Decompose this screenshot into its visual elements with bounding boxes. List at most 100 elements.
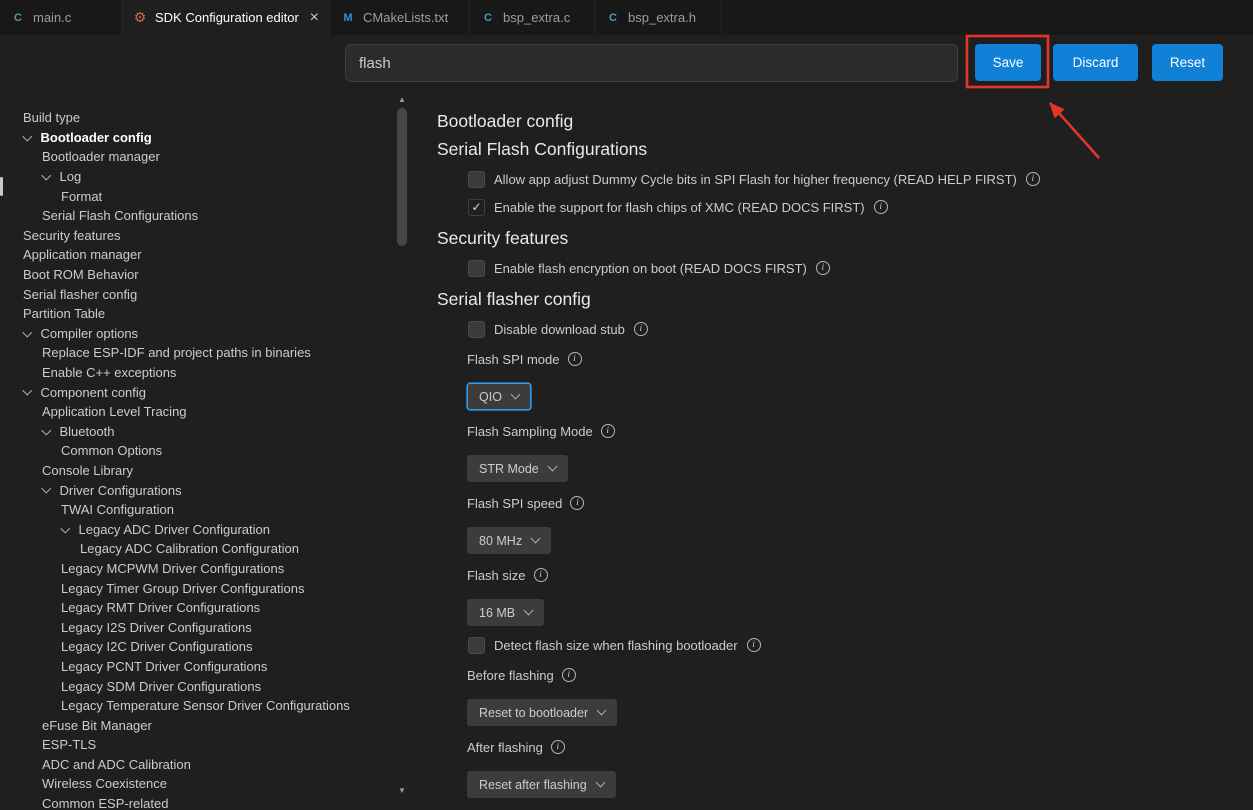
sidebar-item-legacy-rmt-driver-configurations[interactable]: Legacy RMT Driver Configurations <box>0 598 392 618</box>
chevron-down-icon[interactable] <box>61 523 70 532</box>
dropdown-str-mode[interactable]: STR Mode <box>467 455 568 482</box>
sidebar-item-legacy-mcpwm-driver-configurations[interactable]: Legacy MCPWM Driver Configurations <box>0 559 392 579</box>
tree-item-label: Common Options <box>61 443 162 458</box>
info-icon[interactable]: i <box>551 740 565 754</box>
info-icon[interactable]: i <box>874 200 888 214</box>
info-icon[interactable]: i <box>816 261 830 275</box>
field-label-flash-spi-speed: Flash SPI speed <box>467 496 562 511</box>
sidebar-item-bootloader-config[interactable]: Bootloader config <box>0 128 392 148</box>
sidebar-item-wireless-coexistence[interactable]: Wireless Coexistence <box>0 774 392 794</box>
sidebar-item-adc-and-adc-calibration[interactable]: ADC and ADC Calibration <box>0 755 392 775</box>
sidebar-item-legacy-pcnt-driver-configurations[interactable]: Legacy PCNT Driver Configurations <box>0 657 392 677</box>
chevron-down-icon <box>524 606 534 616</box>
checkbox-row: ✓Enable the support for flash chips of X… <box>468 198 1253 216</box>
info-icon[interactable]: i <box>1026 172 1040 186</box>
field-label-flash-size: Flash size <box>467 568 526 583</box>
chevron-down-icon[interactable] <box>42 170 51 179</box>
checkbox-detect-flash-size-when-flashing-bootloader[interactable] <box>468 637 485 654</box>
sidebar-item-security-features[interactable]: Security features <box>0 226 392 246</box>
sidebar-item-partition-table[interactable]: Partition Table <box>0 304 392 324</box>
scroll-up-icon[interactable]: ▲ <box>396 95 408 105</box>
reset-button[interactable]: Reset <box>1152 44 1223 81</box>
sidebar-item-component-config[interactable]: Component config <box>0 382 392 402</box>
dropdown-value: STR Mode <box>479 462 539 476</box>
section-heading-serial-flash-configurations: Serial Flash Configurations <box>437 139 1253 160</box>
tree-item-label: Build type <box>23 110 80 125</box>
sidebar-item-enable-c-exceptions[interactable]: Enable C++ exceptions <box>0 363 392 383</box>
sidebar-item-build-type[interactable]: Build type <box>0 108 392 128</box>
tab-cmakelists-txt[interactable]: MCMakeLists.txt <box>330 0 470 35</box>
sidebar-item-legacy-i2c-driver-configurations[interactable]: Legacy I2C Driver Configurations <box>0 637 392 657</box>
sidebar-item-serial-flash-configurations[interactable]: Serial Flash Configurations <box>0 206 392 226</box>
sidebar-item-twai-configuration[interactable]: TWAI Configuration <box>0 500 392 520</box>
sidebar-item-application-manager[interactable]: Application manager <box>0 245 392 265</box>
sidebar-item-compiler-options[interactable]: Compiler options <box>0 324 392 344</box>
sidebar-item-common-options[interactable]: Common Options <box>0 441 392 461</box>
scrollbar-thumb[interactable] <box>397 108 407 246</box>
sidebar-item-boot-rom-behavior[interactable]: Boot ROM Behavior <box>0 265 392 285</box>
tab-label: main.c <box>33 10 71 25</box>
sidebar-item-format[interactable]: Format <box>0 186 392 206</box>
discard-button[interactable]: Discard <box>1053 44 1138 81</box>
chevron-down-icon[interactable] <box>42 484 51 493</box>
sidebar-item-legacy-sdm-driver-configurations[interactable]: Legacy SDM Driver Configurations <box>0 676 392 696</box>
sidebar-item-legacy-temperature-sensor-driver-configurations[interactable]: Legacy Temperature Sensor Driver Configu… <box>0 696 392 716</box>
tab-bsp-extra-h[interactable]: Cbsp_extra.h <box>595 0 722 35</box>
dropdown-80-mhz[interactable]: 80 MHz <box>467 527 551 554</box>
checkbox-enable-the-support-for-flash-chips-of-xmc-read-docs-first[interactable]: ✓ <box>468 199 485 216</box>
dropdown-reset-after-flashing[interactable]: Reset after flashing <box>467 771 616 798</box>
sidebar-item-replace-esp-idf-and-project-paths-in-binaries[interactable]: Replace ESP-IDF and project paths in bin… <box>0 343 392 363</box>
info-icon[interactable]: i <box>747 638 761 652</box>
sidebar-item-esp-tls[interactable]: ESP-TLS <box>0 735 392 755</box>
tab-bar: Cmain.c⚙︎SDK Configuration editor×MCMake… <box>0 0 1253 35</box>
checkbox-allow-app-adjust-dummy-cycle-bits-in-spi-flash-for-higher-frequency-read-help-first[interactable] <box>468 171 485 188</box>
info-icon[interactable]: i <box>634 322 648 336</box>
sidebar-item-serial-flasher-config[interactable]: Serial flasher config <box>0 284 392 304</box>
chevron-down-icon[interactable] <box>23 386 32 395</box>
left-scroll-indicator <box>0 177 3 196</box>
sidebar-item-log[interactable]: Log <box>0 167 392 187</box>
sidebar-item-bluetooth[interactable]: Bluetooth <box>0 422 392 442</box>
chevron-down-icon[interactable] <box>23 327 32 336</box>
sidebar-item-bootloader-manager[interactable]: Bootloader manager <box>0 147 392 167</box>
tree-item-label: ESP-TLS <box>42 737 96 752</box>
dropdown-16-mb[interactable]: 16 MB <box>467 599 544 626</box>
sidebar-item-legacy-adc-driver-configuration[interactable]: Legacy ADC Driver Configuration <box>0 519 392 539</box>
sidebar-item-legacy-adc-calibration-configuration[interactable]: Legacy ADC Calibration Configuration <box>0 539 392 559</box>
dropdown-value: QIO <box>479 390 502 404</box>
chevron-down-icon[interactable] <box>42 425 51 434</box>
tab-main-c[interactable]: Cmain.c <box>0 0 122 35</box>
tree-item-label: Log <box>60 169 82 184</box>
sidebar-item-driver-configurations[interactable]: Driver Configurations <box>0 480 392 500</box>
sidebar-item-common-esp-related[interactable]: Common ESP-related <box>0 794 392 810</box>
dropdown-value: Reset to bootloader <box>479 706 588 720</box>
sidebar-item-legacy-timer-group-driver-configurations[interactable]: Legacy Timer Group Driver Configurations <box>0 578 392 598</box>
tab-sdk-configuration-editor[interactable]: ⚙︎SDK Configuration editor× <box>122 0 330 35</box>
chevron-down-icon[interactable] <box>23 131 32 140</box>
close-icon[interactable]: × <box>310 10 319 26</box>
sidebar-item-console-library[interactable]: Console Library <box>0 461 392 481</box>
checkbox-row: Allow app adjust Dummy Cycle bits in SPI… <box>468 170 1253 188</box>
dropdown-qio[interactable]: QIO <box>467 383 531 410</box>
sidebar-item-legacy-i2s-driver-configurations[interactable]: Legacy I2S Driver Configurations <box>0 617 392 637</box>
config-form: Bootloader configSerial Flash Configurat… <box>437 95 1253 810</box>
scroll-down-icon[interactable]: ▼ <box>396 786 408 796</box>
info-icon[interactable]: i <box>568 352 582 366</box>
save-button[interactable]: Save <box>975 44 1041 81</box>
info-icon[interactable]: i <box>534 568 548 582</box>
tree-item-label: Legacy RMT Driver Configurations <box>61 600 260 615</box>
info-icon[interactable]: i <box>562 668 576 682</box>
checkbox-row: Disable download stubi <box>468 320 1253 338</box>
tree-item-label: TWAI Configuration <box>61 502 174 517</box>
tab-label: bsp_extra.h <box>628 10 696 25</box>
checkbox-enable-flash-encryption-on-boot-read-docs-first[interactable] <box>468 260 485 277</box>
sidebar-tree: Build type Bootloader configBootloader ma… <box>0 108 392 810</box>
tab-bsp-extra-c[interactable]: Cbsp_extra.c <box>470 0 595 35</box>
sidebar-item-application-level-tracing[interactable]: Application Level Tracing <box>0 402 392 422</box>
info-icon[interactable]: i <box>570 496 584 510</box>
search-input[interactable] <box>345 44 958 82</box>
checkbox-disable-download-stub[interactable] <box>468 321 485 338</box>
sidebar-item-efuse-bit-manager[interactable]: eFuse Bit Manager <box>0 715 392 735</box>
dropdown-reset-to-bootloader[interactable]: Reset to bootloader <box>467 699 617 726</box>
info-icon[interactable]: i <box>601 424 615 438</box>
